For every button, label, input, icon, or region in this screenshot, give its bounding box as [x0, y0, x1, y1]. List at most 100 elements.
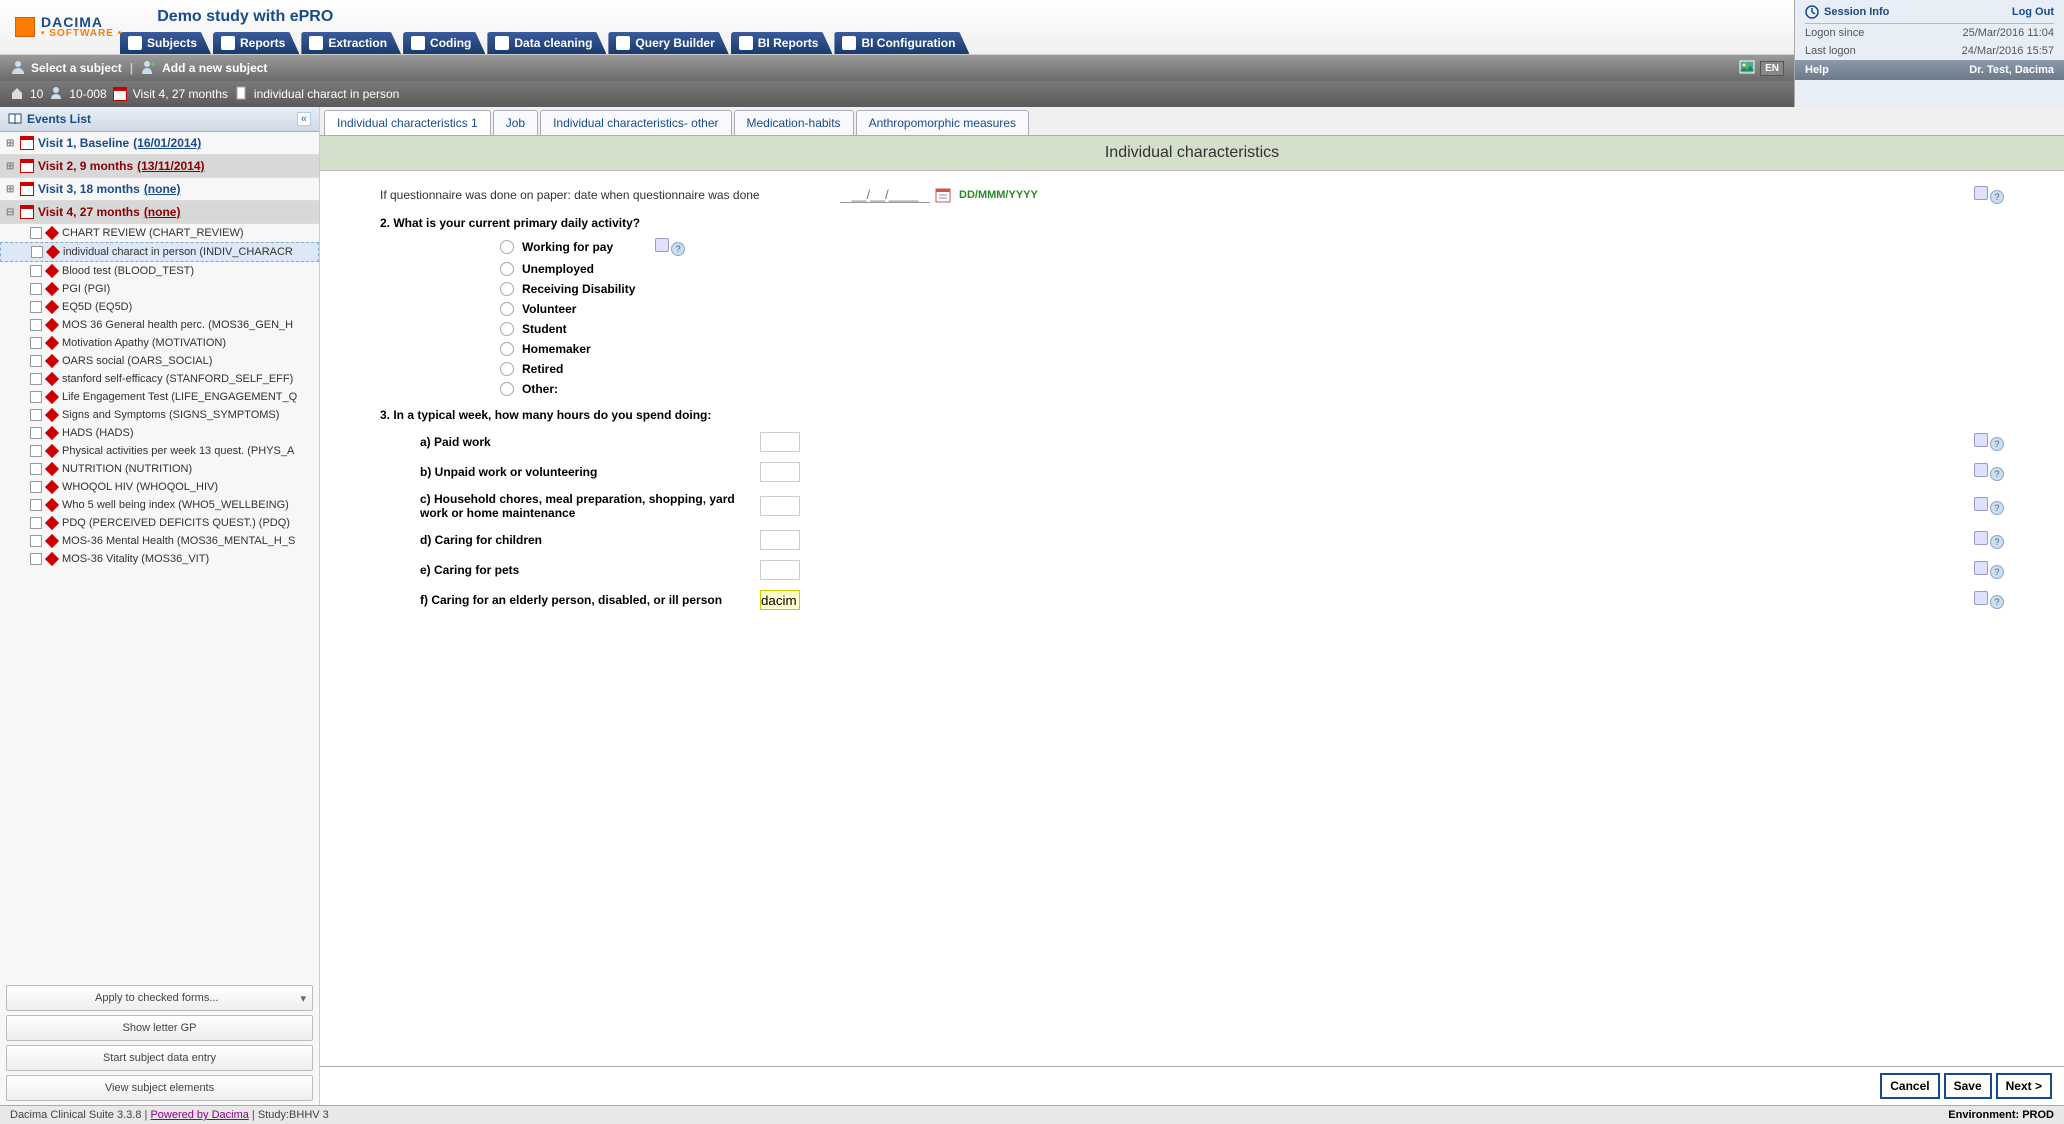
add-subject-button[interactable]: Add a new subject: [162, 61, 267, 75]
checkbox[interactable]: [30, 227, 42, 239]
nav-tab-subjects[interactable]: Subjects: [120, 32, 211, 54]
help-icon[interactable]: ?: [1990, 501, 2004, 515]
bc-site[interactable]: 10: [30, 87, 43, 101]
radio-option[interactable]: Unemployed: [500, 262, 2004, 276]
radio-option[interactable]: Volunteer: [500, 302, 2004, 316]
form-item[interactable]: Blood test (BLOOD_TEST): [0, 262, 319, 280]
form-tab[interactable]: Anthropomorphic measures: [856, 110, 1029, 135]
cancel-button[interactable]: Cancel: [1880, 1073, 1939, 1099]
radio-button[interactable]: [500, 282, 514, 296]
sidebar-button[interactable]: Apply to checked forms...: [6, 985, 313, 1011]
image-icon[interactable]: [1739, 59, 1755, 78]
note-icon[interactable]: [1974, 186, 1988, 200]
note-icon[interactable]: [1974, 463, 1988, 477]
collapse-button[interactable]: «: [297, 112, 311, 126]
hours-input[interactable]: [760, 560, 800, 580]
form-tab[interactable]: Medication-habits: [734, 110, 854, 135]
hours-input[interactable]: [760, 530, 800, 550]
expand-icon[interactable]: ⊞: [6, 161, 16, 172]
radio-button[interactable]: [500, 342, 514, 356]
help-icon[interactable]: ?: [1990, 467, 2004, 481]
language-button[interactable]: EN: [1760, 61, 1784, 76]
sidebar-button[interactable]: Start subject data entry: [6, 1045, 313, 1071]
form-item[interactable]: PDQ (PERCEIVED DEFICITS QUEST.) (PDQ): [0, 514, 319, 532]
checkbox[interactable]: [30, 535, 42, 547]
hours-input[interactable]: [760, 590, 800, 610]
note-icon[interactable]: [1974, 433, 1988, 447]
help-icon[interactable]: ?: [1990, 565, 2004, 579]
sidebar-button[interactable]: View subject elements: [6, 1075, 313, 1101]
nav-tab-coding[interactable]: Coding: [403, 32, 485, 54]
note-icon[interactable]: [655, 238, 669, 252]
form-item[interactable]: HADS (HADS): [0, 424, 319, 442]
expand-icon[interactable]: ⊞: [6, 184, 16, 195]
note-icon[interactable]: [1974, 531, 1988, 545]
form-item[interactable]: OARS social (OARS_SOCIAL): [0, 352, 319, 370]
form-item[interactable]: Life Engagement Test (LIFE_ENGAGEMENT_Q: [0, 388, 319, 406]
checkbox[interactable]: [30, 391, 42, 403]
bc-subject[interactable]: 10-008: [69, 87, 106, 101]
help-icon[interactable]: ?: [671, 242, 685, 256]
help-icon[interactable]: ?: [1990, 190, 2004, 204]
radio-button[interactable]: [500, 240, 514, 254]
select-subject-button[interactable]: Select a subject: [31, 61, 122, 75]
form-item[interactable]: MOS 36 General health perc. (MOS36_GEN_H: [0, 316, 319, 334]
note-icon[interactable]: [1974, 591, 1988, 605]
note-icon[interactable]: [1974, 561, 1988, 575]
visit-item[interactable]: ⊟ Visit 4, 27 months (none): [0, 201, 319, 224]
checkbox[interactable]: [30, 445, 42, 457]
expand-icon[interactable]: ⊟: [6, 207, 16, 218]
help-icon[interactable]: ?: [1990, 595, 2004, 609]
form-item[interactable]: CHART REVIEW (CHART_REVIEW): [0, 224, 319, 242]
form-item[interactable]: stanford self-efficacy (STANFORD_SELF_EF…: [0, 370, 319, 388]
form-item[interactable]: MOS-36 Vitality (MOS36_VIT): [0, 550, 319, 568]
nav-tab-data-cleaning[interactable]: Data cleaning: [487, 32, 606, 54]
radio-option[interactable]: Working for pay?: [500, 238, 2004, 256]
radio-button[interactable]: [500, 362, 514, 376]
nav-tab-reports[interactable]: Reports: [213, 32, 299, 54]
form-tab[interactable]: Individual characteristics 1: [324, 110, 491, 135]
help-icon[interactable]: ?: [1990, 535, 2004, 549]
checkbox[interactable]: [30, 337, 42, 349]
bc-visit[interactable]: Visit 4, 27 months: [133, 87, 228, 101]
hours-input[interactable]: [760, 462, 800, 482]
checkbox[interactable]: [30, 319, 42, 331]
checkbox[interactable]: [30, 265, 42, 277]
nav-tab-bi-reports[interactable]: BI Reports: [731, 32, 833, 54]
radio-option[interactable]: Homemaker: [500, 342, 2004, 356]
form-tab[interactable]: Job: [493, 110, 538, 135]
form-tab[interactable]: Individual characteristics- other: [540, 110, 731, 135]
checkbox[interactable]: [30, 499, 42, 511]
form-item[interactable]: individual charact in person (INDIV_CHAR…: [0, 242, 319, 262]
checkbox[interactable]: [30, 463, 42, 475]
radio-button[interactable]: [500, 302, 514, 316]
form-item[interactable]: EQ5D (EQ5D): [0, 298, 319, 316]
hours-input[interactable]: [760, 432, 800, 452]
visit-item[interactable]: ⊞ Visit 1, Baseline (16/01/2014): [0, 132, 319, 155]
checkbox[interactable]: [30, 373, 42, 385]
radio-button[interactable]: [500, 382, 514, 396]
radio-option[interactable]: Retired: [500, 362, 2004, 376]
nav-tab-query-builder[interactable]: Query Builder: [608, 32, 728, 54]
checkbox[interactable]: [30, 553, 42, 565]
radio-button[interactable]: [500, 322, 514, 336]
visit-item[interactable]: ⊞ Visit 3, 18 months (none): [0, 178, 319, 201]
powered-link[interactable]: Powered by Dacima: [150, 1109, 248, 1121]
form-item[interactable]: PGI (PGI): [0, 280, 319, 298]
calendar-icon[interactable]: [935, 187, 951, 203]
sidebar-button[interactable]: Show letter GP: [6, 1015, 313, 1041]
next-button[interactable]: Next >: [1996, 1073, 2052, 1099]
checkbox[interactable]: [30, 283, 42, 295]
form-item[interactable]: MOS-36 Mental Health (MOS36_MENTAL_H_S: [0, 532, 319, 550]
home-icon[interactable]: [10, 86, 24, 103]
checkbox[interactable]: [30, 409, 42, 421]
help-link[interactable]: Help: [1805, 64, 1829, 76]
nav-tab-bi-configuration[interactable]: BI Configuration: [834, 32, 969, 54]
paper-date-input[interactable]: [840, 187, 930, 203]
form-item[interactable]: Physical activities per week 13 quest. (…: [0, 442, 319, 460]
form-item[interactable]: WHOQOL HIV (WHOQOL_HIV): [0, 478, 319, 496]
checkbox[interactable]: [31, 246, 43, 258]
logout-link[interactable]: Log Out: [2012, 6, 2054, 18]
checkbox[interactable]: [30, 301, 42, 313]
form-item[interactable]: NUTRITION (NUTRITION): [0, 460, 319, 478]
